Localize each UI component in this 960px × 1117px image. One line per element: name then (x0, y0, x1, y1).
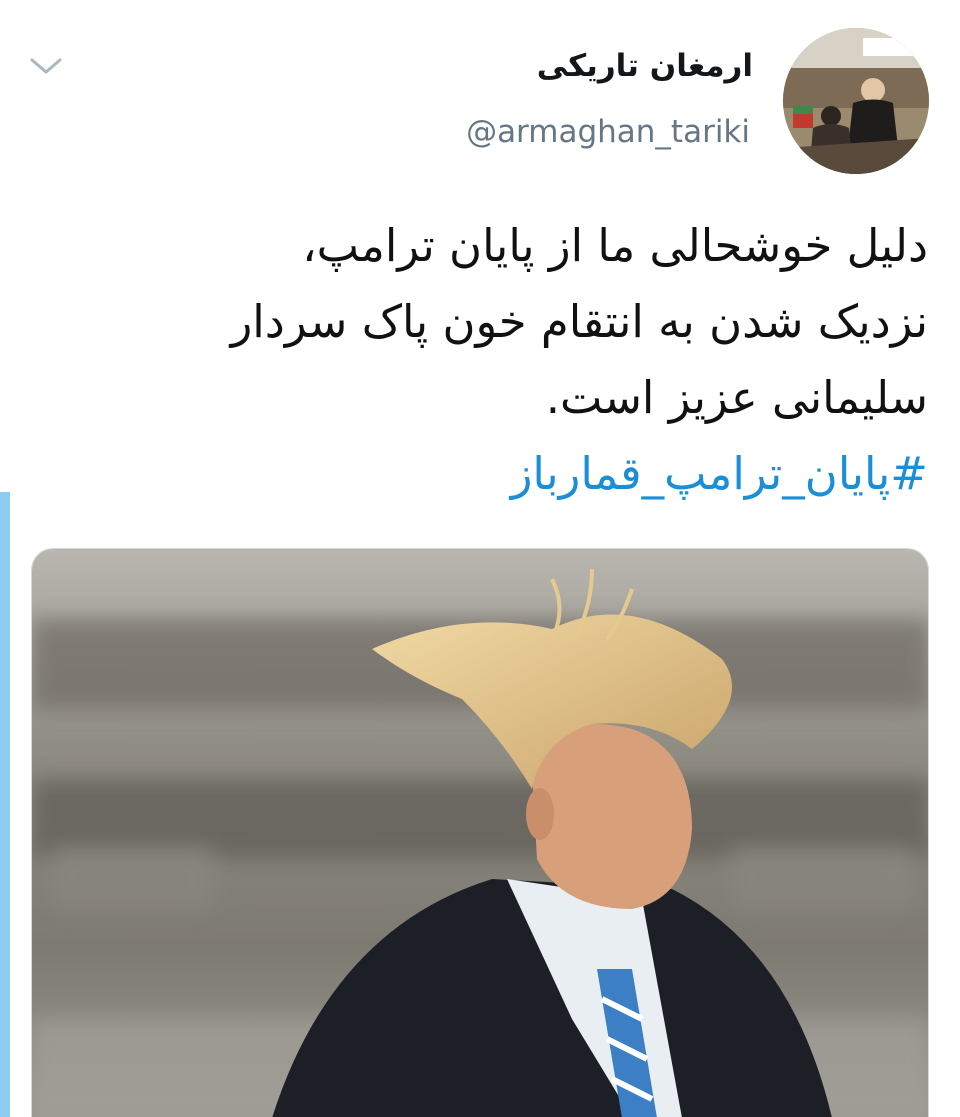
chevron-down-icon (30, 58, 62, 74)
hashtag-link[interactable]: #پایان_ترامپ_قمارباز (108, 436, 928, 512)
left-accent-bar (0, 492, 10, 1117)
tweet-text-line: سلیمانی عزیز است. (545, 371, 928, 424)
avatar-image (783, 28, 929, 174)
avatar[interactable] (783, 28, 929, 174)
author-handle[interactable]: @armaghan_tariki (466, 114, 750, 150)
tweet-media-photo[interactable] (31, 548, 929, 1117)
author-display-name[interactable]: ارمغان تاریکی (537, 48, 753, 84)
tweet-menu-button[interactable] (26, 52, 66, 78)
tweet-text: دلیل خوشحالی ما از پایان ترامپ، نزدیک شد… (108, 208, 928, 512)
tweet-text-line: نزدیک شدن به انتقام خون پاک سردار (230, 295, 928, 348)
photo-image (32, 549, 928, 1117)
tweet-text-line: دلیل خوشحالی ما از پایان ترامپ، (302, 219, 928, 272)
